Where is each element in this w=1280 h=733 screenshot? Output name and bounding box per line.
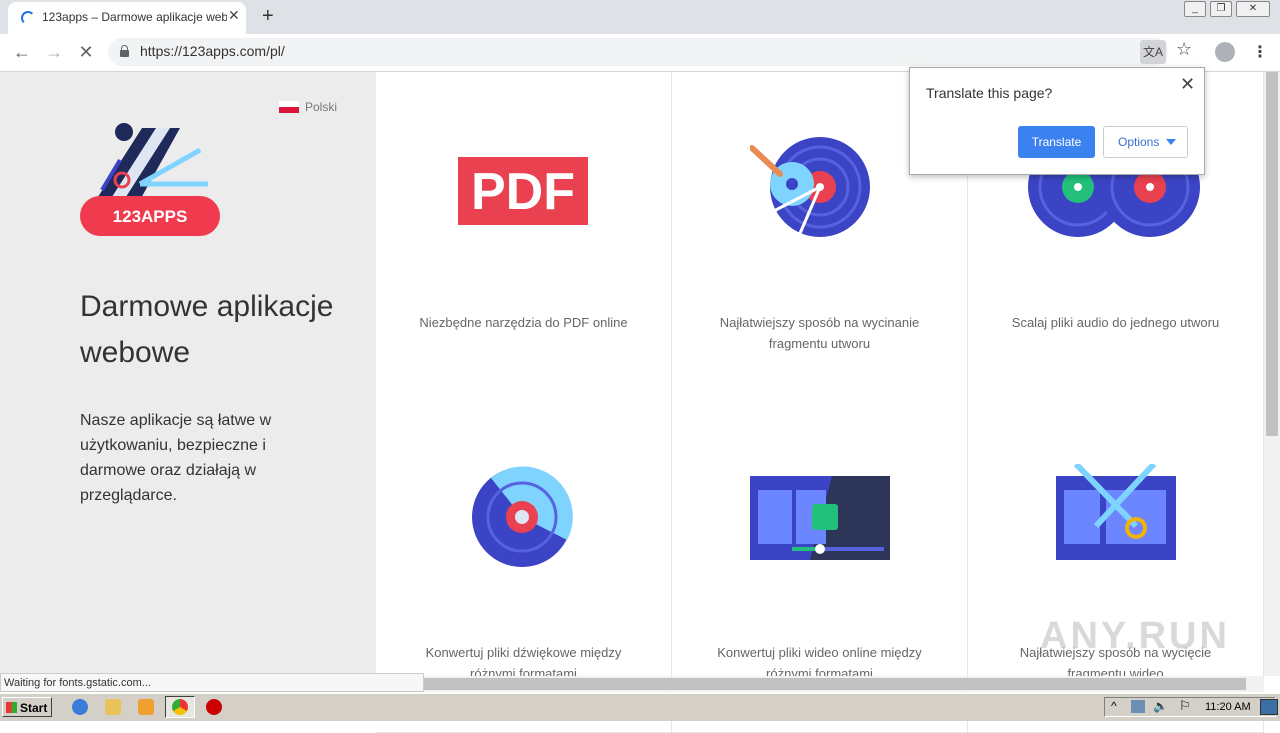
- windows-logo-icon: [6, 702, 17, 713]
- translate-popup: Translate this page? ✕ Translate Options: [909, 67, 1205, 175]
- poland-flag-icon[interactable]: [279, 101, 299, 113]
- tab-strip: 123apps – Darmowe aplikacje webowe ✕ + _…: [0, 0, 1280, 34]
- options-label: Options: [1118, 135, 1160, 149]
- video-converter-icon: [750, 476, 890, 560]
- start-button[interactable]: Start: [2, 697, 52, 717]
- forward-arrow-icon[interactable]: →: [42, 40, 66, 64]
- chrome-taskbar-button[interactable]: [165, 696, 195, 718]
- browser-tab[interactable]: 123apps – Darmowe aplikacje webowe ✕: [8, 2, 246, 34]
- lock-icon[interactable]: [120, 45, 129, 57]
- address-bar[interactable]: https://123apps.com/pl/ 文A ☆: [108, 38, 1192, 66]
- chrome-icon: [172, 699, 188, 715]
- taskbar: Start ^ 🔈 ⚐ 11:20 AM: [0, 693, 1280, 721]
- minimize-icon[interactable]: _: [1184, 1, 1206, 17]
- options-button[interactable]: Options: [1103, 126, 1188, 158]
- app-description: Najłatwiejszy sposób na wycinanie fragme…: [719, 315, 920, 351]
- bookmark-star-icon[interactable]: ☆: [1176, 39, 1192, 60]
- audio-cutter-icon: [750, 137, 870, 239]
- translate-popup-title: Translate this page?: [926, 85, 1053, 101]
- logo-text: 123APPS: [113, 207, 188, 226]
- loading-spinner-icon: [21, 11, 35, 25]
- watermark: ANY.RUN: [1040, 615, 1230, 657]
- audio-converter-icon: [472, 466, 573, 567]
- close-icon[interactable]: ✕: [1180, 74, 1195, 95]
- translate-button[interactable]: Translate: [1018, 126, 1095, 158]
- page-heading: Darmowe aplikacje webowe: [80, 290, 334, 369]
- tab-title: 123apps – Darmowe aplikacje webowe: [42, 10, 227, 24]
- clock: 11:20 AM: [1205, 701, 1251, 713]
- pdf-icon: PDF: [458, 157, 588, 225]
- flag-notification-icon[interactable]: ⚐: [1179, 698, 1191, 714]
- folder-icon[interactable]: [105, 699, 121, 715]
- app-card-pdf[interactable]: PDF Niezbędne narzędzia do PDF online: [376, 72, 672, 403]
- chevron-down-icon: [1166, 139, 1176, 145]
- app-description: Scalaj pliki audio do jednego utworu: [1011, 315, 1220, 330]
- restore-icon[interactable]: ❐: [1210, 1, 1232, 17]
- close-window-icon[interactable]: ✕: [1236, 1, 1270, 17]
- language-selector[interactable]: Polski: [305, 100, 337, 114]
- media-player-icon[interactable]: [138, 699, 154, 715]
- internet-explorer-icon[interactable]: [72, 699, 88, 715]
- stop-loading-icon[interactable]: ✕: [74, 40, 98, 64]
- show-desktop-icon[interactable]: [1260, 699, 1278, 715]
- system-tray: ^ 🔈 ⚐ 11:20 AM: [1104, 697, 1276, 717]
- pdf-badge-text: PDF: [471, 163, 575, 221]
- start-label: Start: [20, 701, 48, 715]
- tab-close-icon[interactable]: ✕: [228, 7, 240, 24]
- intro-panel: Polski 123APPS Darmowe aplikacje webowe …: [0, 72, 376, 676]
- back-arrow-icon[interactable]: ←: [10, 40, 34, 64]
- video-cutter-icon: [1056, 464, 1176, 560]
- tray-expand-icon[interactable]: ^: [1111, 699, 1117, 713]
- horizontal-scroll-thumb[interactable]: [424, 678, 1246, 690]
- opera-icon[interactable]: [206, 699, 222, 715]
- account-avatar-icon[interactable]: [1215, 42, 1235, 62]
- translate-icon[interactable]: 文A: [1140, 40, 1166, 64]
- url-text[interactable]: https://123apps.com/pl/: [140, 43, 285, 59]
- page-description: Nasze aplikacje są łatwe w użytkowaniu, …: [80, 412, 272, 504]
- app-description: Niezbędne narzędzia do PDF online: [419, 315, 628, 330]
- new-tab-icon[interactable]: +: [262, 5, 274, 28]
- network-icon[interactable]: [1131, 700, 1145, 713]
- status-bar: Waiting for fonts.gstatic.com...: [0, 673, 424, 692]
- menu-kebab-icon[interactable]: ⋮: [1252, 42, 1268, 62]
- vertical-scroll-thumb[interactable]: [1266, 72, 1278, 436]
- volume-icon[interactable]: 🔈: [1153, 699, 1168, 713]
- logo[interactable]: 123APPS: [80, 120, 222, 238]
